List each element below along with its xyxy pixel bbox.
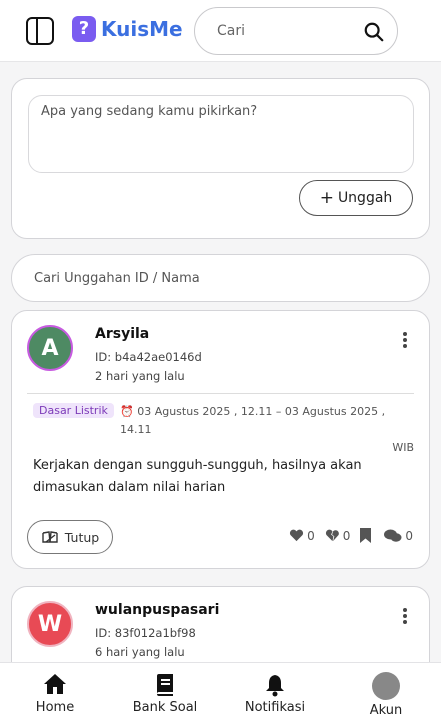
open-book-icon (42, 531, 58, 543)
sidebar-toggle-icon[interactable] (26, 17, 54, 45)
account-avatar (372, 672, 400, 700)
nav-home[interactable]: Home (0, 663, 110, 720)
bell-icon (266, 675, 284, 697)
comment-count: 0 (405, 528, 413, 543)
close-label: Tutup (64, 529, 100, 545)
post-time: 2 hari yang lalu (95, 369, 185, 383)
post-id: ID: b4a42ae0146d (95, 350, 202, 364)
app-logo[interactable]: ? KuisMe (72, 16, 183, 42)
nav-bank-soal[interactable]: Bank Soal (110, 663, 220, 720)
top-header: ? KuisMe (0, 0, 441, 62)
nav-label: Home (35, 700, 75, 715)
bookmark-button[interactable] (360, 528, 374, 543)
nav-label: Bank Soal (132, 700, 198, 715)
schedule-range: 03 Agustus 2025 , 12.11 – 03 Agustus 202… (120, 405, 386, 436)
more-options-icon[interactable] (399, 607, 411, 627)
search-icon[interactable] (363, 21, 385, 43)
divider (27, 393, 414, 394)
subject-tag: Dasar Listrik (33, 403, 114, 418)
dislike-button[interactable]: 0 (325, 528, 351, 543)
nav-notifikasi[interactable]: Notifikasi (220, 663, 330, 720)
logo-question-icon: ? (72, 16, 96, 42)
heart-icon (290, 529, 304, 542)
book-icon (157, 674, 173, 696)
comment-button[interactable]: 0 (384, 529, 413, 543)
post-search-input[interactable] (34, 255, 414, 301)
search-input[interactable] (217, 8, 357, 54)
post-time: 6 hari yang lalu (95, 645, 185, 659)
composer-input[interactable] (28, 95, 414, 173)
post-stats: 0 0 0 (279, 528, 413, 543)
post-composer: + Unggah (11, 78, 430, 239)
post-body: Kerjakan dengan sungguh-sungguh, hasilny… (33, 458, 362, 495)
dislike-count: 0 (342, 528, 351, 543)
header-search (194, 7, 398, 55)
bookmark-icon (360, 528, 372, 543)
avatar[interactable]: A (27, 325, 73, 371)
more-options-icon[interactable] (399, 331, 411, 351)
nav-label: Notifikasi (244, 700, 306, 715)
like-button[interactable]: 0 (289, 529, 315, 543)
post-author[interactable]: Arsyila (95, 326, 149, 342)
post-search (11, 254, 430, 302)
post-id: ID: 83f012a1bf98 (95, 626, 196, 640)
logo-text: KuisMe (101, 17, 183, 41)
bottom-navigation: Home Bank Soal Notifikasi Akun (0, 662, 441, 720)
broken-heart-icon (325, 529, 339, 542)
avatar[interactable]: W (27, 601, 73, 647)
close-button[interactable]: Tutup (27, 520, 113, 554)
post-card: A Arsyila ID: b4a42ae0146d 2 hari yang l… (11, 310, 430, 569)
like-count: 0 (307, 528, 315, 543)
comments-icon (384, 529, 402, 542)
home-icon (44, 674, 66, 694)
nav-label: Akun (369, 703, 403, 718)
nav-akun[interactable]: Akun (331, 663, 441, 720)
post-author[interactable]: wulanpuspasari (95, 602, 219, 618)
plus-icon: + (319, 188, 334, 208)
upload-button[interactable]: + Unggah (299, 180, 413, 216)
schedule: ⏰ 03 Agustus 2025 , 12.11 – 03 Agustus 2… (120, 403, 414, 457)
upload-label: Unggah (337, 190, 393, 206)
alarm-clock-icon: ⏰ (120, 405, 134, 418)
